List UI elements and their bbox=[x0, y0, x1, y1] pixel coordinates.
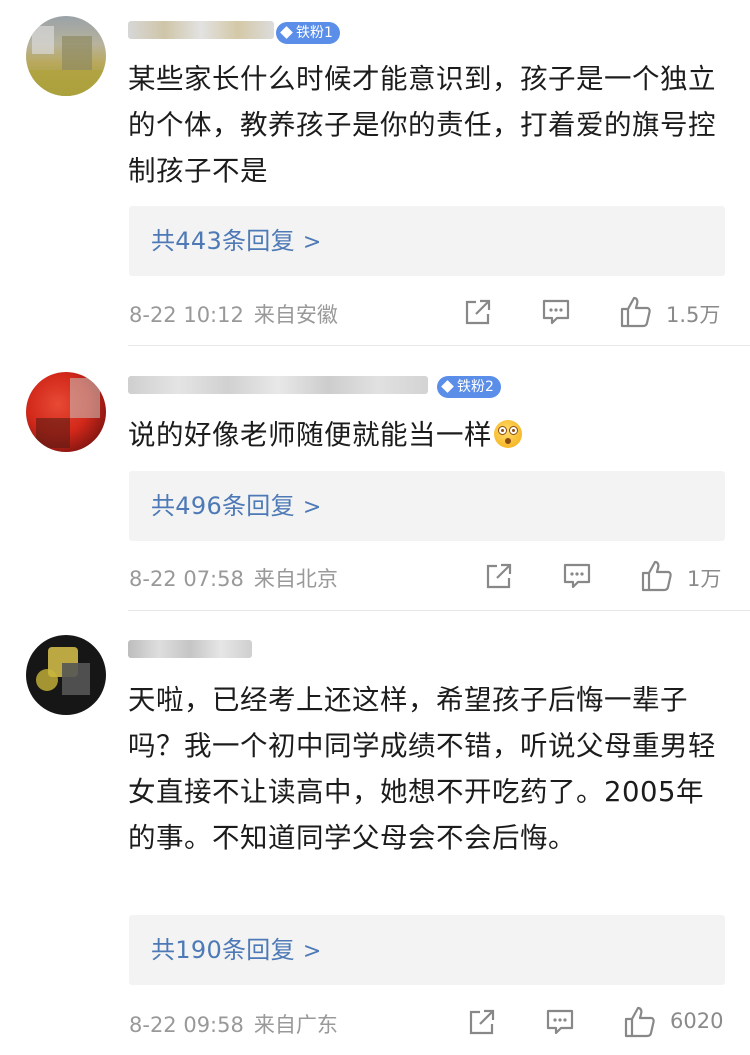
username[interactable] bbox=[128, 637, 252, 663]
comment-text: 天啦，已经考上还这样，希望孩子后悔一辈子吗？我一个初中同学成绩不错，听说父母重男… bbox=[128, 684, 716, 854]
comment-meta: 8-22 09:58 来自广东 bbox=[129, 1009, 338, 1039]
comment-item: 天啦，已经考上还这样，希望孩子后悔一辈子吗？我一个初中同学成绩不错，听说父母重男… bbox=[0, 0, 750, 1055]
thumbs-up-icon[interactable] bbox=[623, 1005, 657, 1039]
comment-location: 来自广东 bbox=[253, 1013, 338, 1037]
like-count: 6020 bbox=[670, 1009, 724, 1033]
replies-box[interactable]: 共190条回复 > bbox=[129, 915, 725, 985]
share-icon[interactable] bbox=[467, 1007, 497, 1037]
avatar[interactable] bbox=[26, 635, 106, 715]
comment-icon[interactable] bbox=[545, 1007, 575, 1037]
view-replies-link[interactable]: 共190条回复 > bbox=[151, 915, 322, 987]
chevron-right-icon: > bbox=[302, 939, 322, 964]
comment-date: 8-22 09:58 bbox=[129, 1013, 244, 1037]
